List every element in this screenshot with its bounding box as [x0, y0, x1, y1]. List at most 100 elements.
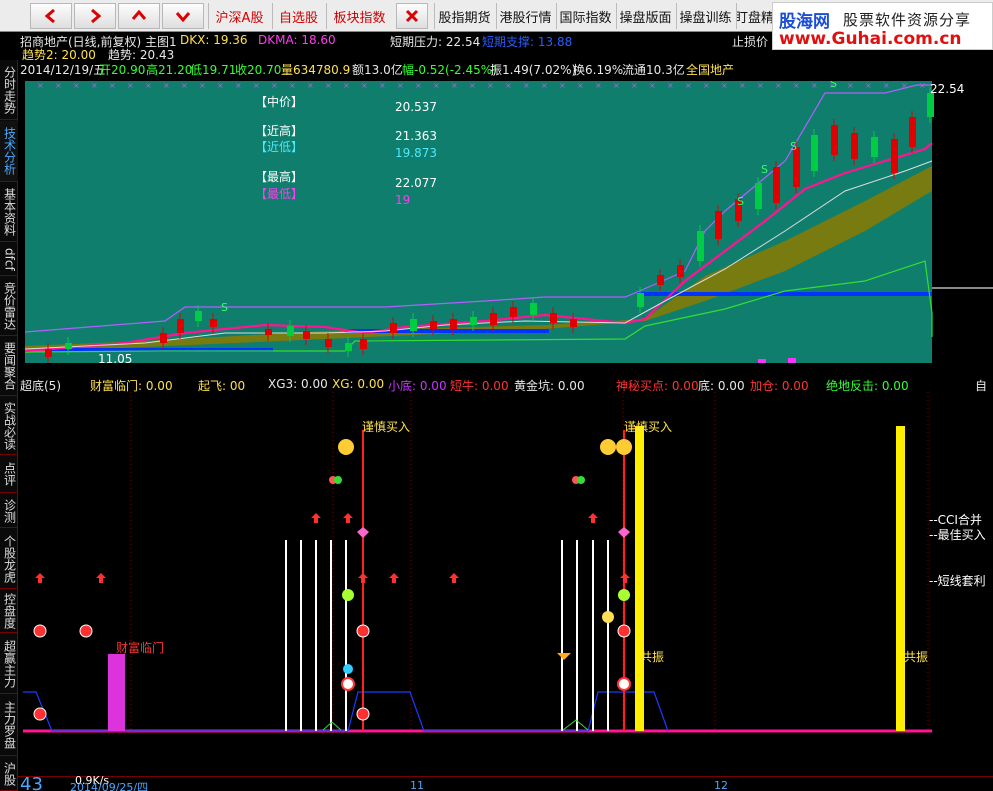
site-logo: 股海网 股票软件资源分享 www.Guhai.com.cn: [772, 2, 993, 50]
price-box-near-high-value: 21.363: [395, 129, 437, 143]
top-marker-858: ×: [883, 81, 890, 90]
white-coin-icon-1: [617, 677, 631, 691]
top-marker-552: ×: [577, 81, 584, 90]
left-tab-12[interactable]: 主力罗盘: [0, 695, 18, 756]
candle-body-11: [360, 339, 367, 349]
left-tab-2[interactable]: 基本资料: [0, 183, 18, 242]
dkx-value: DKX: 19.36: [180, 33, 248, 47]
green-peak-2: [562, 719, 589, 731]
left-tab-4[interactable]: 竞价雷达: [0, 277, 18, 336]
wealth-gate-bar: [108, 654, 125, 731]
bar-float: 流通10.3亿: [622, 63, 685, 77]
close-icon[interactable]: [396, 3, 428, 29]
up-arrow-icon-1: [96, 573, 106, 583]
red-ball-icon-2: [33, 707, 47, 721]
candle-body-28: [755, 183, 762, 209]
candle-body-5: [210, 319, 217, 327]
indicator-item-2: XG3: 0.00: [268, 377, 328, 391]
tab-trading-training[interactable]: 操盘训练: [676, 3, 734, 29]
short-arb-legend: --短线套利: [929, 574, 986, 588]
top-marker-210: ×: [235, 81, 242, 90]
top-marker-768: ×: [793, 81, 800, 90]
left-tab-7[interactable]: 点评: [0, 456, 18, 493]
resonance-label-1: 共振: [640, 650, 665, 664]
price-box-near-high-label: 【近高】: [255, 124, 304, 138]
candle-body-32: [831, 125, 838, 155]
tab-trading-layout[interactable]: 操盘版面: [616, 3, 674, 29]
month-12-label: 12: [714, 779, 728, 791]
tab-index-futures[interactable]: 股指期货: [434, 3, 494, 29]
high-price-mark: 22.54: [930, 82, 965, 96]
resonance-label-2: 共振: [904, 650, 929, 664]
left-tab-11[interactable]: 超赢主力: [0, 634, 18, 694]
apple-icon-0: [342, 589, 354, 601]
bar-amount: 额13.0亿: [352, 63, 403, 77]
candle-body-9: [325, 339, 332, 347]
top-marker-714: ×: [739, 81, 746, 90]
bar-low: 低19.71: [190, 63, 237, 77]
top-marker-444: ×: [469, 81, 476, 90]
candle-body-17: [490, 313, 497, 325]
tab-hushen-a[interactable]: 沪深A股: [208, 3, 270, 29]
candle-body-20: [550, 313, 557, 323]
caution-buy-label-1: 谨慎买入: [362, 420, 411, 434]
left-tab-1[interactable]: 技术分析: [0, 121, 18, 182]
down-arrow-icon[interactable]: [162, 3, 204, 29]
price-box-top-label: 【最高】: [255, 170, 304, 184]
left-tab-8[interactable]: 诊测: [0, 494, 18, 528]
top-marker-588: ×: [613, 81, 620, 90]
top-marker-426: ×: [451, 81, 458, 90]
price-box-top-value: 22.077: [395, 176, 437, 190]
top-marker-570: ×: [595, 81, 602, 90]
top-marker-192: ×: [217, 81, 224, 90]
left-tab-9[interactable]: 个股龙虎: [0, 529, 18, 589]
back-arrow-icon[interactable]: [30, 3, 72, 29]
candle-body-15: [450, 319, 457, 329]
up-arrow-icon-0: [35, 573, 45, 583]
up-arrow-icon-3: [343, 513, 353, 523]
up-arrow-icon-2: [311, 513, 321, 523]
top-marker-48: ×: [73, 81, 80, 90]
bottom-marker-1: [758, 359, 766, 363]
red-ball-icon-4: [356, 707, 370, 721]
bar-change: 幅-0.52(-2.45%): [402, 63, 497, 77]
left-tab-3[interactable]: dfcf: [0, 243, 18, 276]
gold-pan-icon: [557, 653, 571, 660]
forward-arrow-icon[interactable]: [74, 3, 116, 29]
s-signal-2: S: [761, 163, 768, 176]
top-marker-678: ×: [703, 81, 710, 90]
tab-intl-index[interactable]: 国际指数: [556, 3, 614, 29]
top-marker-498: ×: [523, 81, 530, 90]
butterfly-icon: [343, 664, 353, 674]
left-tab-0[interactable]: 分时走势: [0, 60, 18, 120]
left-side-tabs: 分时走势 技术分析 基本资料 dfcf 竞价雷达 要闻聚合 实战必读 点评 诊测 个股龙虎 控盘度超…: [0, 60, 18, 791]
up-arrow-icon[interactable]: [118, 3, 160, 29]
yellow-bar-2: [896, 426, 905, 731]
candle-body-24: [677, 265, 684, 277]
red-ball-icon-0: [33, 624, 47, 638]
top-marker-336: ×: [361, 81, 368, 90]
left-tab-13[interactable]: 沪股: [0, 757, 18, 791]
top-marker-732: ×: [757, 81, 764, 90]
price-box-near-low-label: 【近低】: [255, 140, 304, 154]
candle-body-29: [773, 167, 780, 203]
left-tab-5[interactable]: 要闻聚合: [0, 337, 18, 396]
tab-watch[interactable]: 盯盘精: [736, 3, 772, 29]
candle-body-25: [697, 231, 704, 261]
top-marker-642: ×: [667, 81, 674, 90]
candle-body-12: [390, 323, 397, 333]
top-marker-894: ×: [919, 81, 926, 90]
top-marker-372: ×: [397, 81, 404, 90]
tab-sector-index[interactable]: 板块指数: [326, 3, 392, 29]
tab-watchlist[interactable]: 自选股: [272, 3, 324, 29]
candle-body-23: [657, 275, 664, 285]
tab-hk-quotes[interactable]: 港股行情: [496, 3, 554, 29]
left-tab-6[interactable]: 实战必读: [0, 397, 18, 455]
top-marker-84: ×: [109, 81, 116, 90]
low-price-mark: 11.05: [98, 352, 133, 366]
bar-turnover: 换6.19%: [573, 63, 624, 77]
top-marker-66: ×: [91, 81, 98, 90]
top-marker-408: ×: [433, 81, 440, 90]
indicator-panel[interactable]: [18, 392, 993, 776]
left-tab-10[interactable]: 控盘度: [0, 590, 18, 633]
